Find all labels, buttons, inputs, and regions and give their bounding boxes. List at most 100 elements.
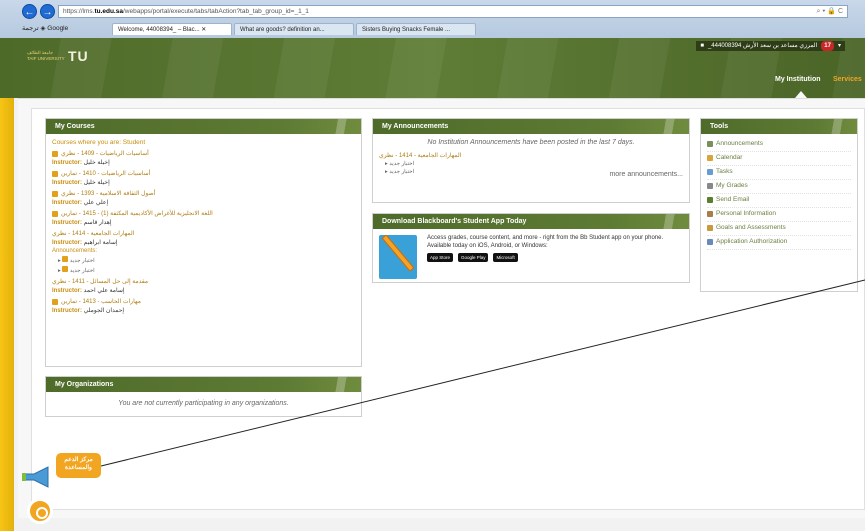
url-prefix: https://lms. [63, 8, 95, 15]
announcement-course-link[interactable]: المهارات الجامعية - 1414 - نظري [379, 152, 683, 159]
instructor-line: Instructor: إحمدان الجوملي [52, 308, 125, 314]
download-app-body: Access grades, course content, and more … [373, 229, 689, 283]
university-logo[interactable]: جامعة الطائف TAIF UNIVERSITY [27, 50, 65, 62]
courses-subtitle: Courses where you are: Student [52, 139, 146, 146]
tool-application-authorization[interactable]: Application Authorization [707, 236, 851, 250]
organizations-empty-text: You are not currently participating in a… [118, 400, 289, 407]
tools-list: Announcements Calendar Tasks My Grades S… [701, 134, 857, 255]
tool-personal-information[interactable]: Personal Information [707, 208, 851, 222]
announcement-link[interactable]: ▸ اختبار جديد [58, 256, 355, 264]
my-organizations-title[interactable]: My Organizations [46, 377, 361, 392]
tool-send-email[interactable]: Send Email [707, 194, 851, 208]
email-icon [707, 196, 713, 203]
content-area: My Courses Courses where you are: Studen… [18, 98, 865, 518]
course-link[interactable]: أصول الثقافة الاسلامية - 1393 - نظري [52, 190, 355, 197]
url-path: /webapps/portal/execute/tabs/tabAction?t… [122, 8, 309, 15]
user-avatar-icon: ■ [700, 43, 704, 49]
google-search-label[interactable]: Google [47, 25, 68, 32]
browser-chrome: ← → https://lms.tu.edu.sa/webapps/portal… [0, 0, 865, 38]
store-badges: App Store Google Play Microsoft [427, 253, 521, 262]
course-icon [52, 190, 58, 197]
forward-icon[interactable]: → [40, 4, 55, 19]
course-item: أساسيات الرياضيات - 1409 - نظري Instruct… [52, 150, 355, 166]
grades-icon [707, 182, 713, 189]
announcements-empty-text: No Institution Announcements have been p… [427, 139, 635, 146]
course-link[interactable]: أساسيات الرياضيات - 1409 - نظري [52, 150, 355, 157]
notification-badge[interactable]: 17 [821, 41, 834, 51]
tool-goals-and-assessments[interactable]: Goals and Assessments [707, 222, 851, 236]
tool-calendar[interactable]: Calendar [707, 152, 851, 166]
course-item: المهارات الجامعية - 1414 - نظري Instruct… [52, 230, 355, 274]
course-item: أساسيات الرياضيات - 1410 - تمارين Instru… [52, 170, 355, 186]
course-link[interactable]: اللغة الانجليزية للأغراض الأكاديمية المك… [52, 210, 355, 217]
google-play-badge[interactable]: Google Play [457, 253, 489, 262]
tool-my-grades[interactable]: My Grades [707, 180, 851, 194]
tools-title[interactable]: Tools [701, 119, 857, 134]
course-link[interactable]: المهارات الجامعية - 1414 - نظري [52, 230, 355, 237]
nav-buttons: ← → [22, 4, 55, 19]
course-icon [52, 170, 58, 177]
download-app-title[interactable]: Download Blackboard's Student App Today [373, 214, 689, 229]
course-icon [52, 150, 58, 157]
course-link[interactable]: مقدمة إلى حل المسائل - 1411 - نظري [52, 278, 355, 285]
course-link[interactable]: أساسيات الرياضيات - 1410 - تمارين [52, 170, 355, 177]
course-item: مهارات الحاسب - 1413 - تمارين Instructor… [52, 298, 355, 314]
tasks-icon [707, 168, 713, 175]
announcement-link[interactable]: ▸ اختبار جديد [58, 266, 355, 274]
address-bar-icons[interactable]: ⌕ ▾ 🔒 C [817, 6, 843, 17]
goals-icon [707, 224, 713, 231]
app-store-badge[interactable]: App Store [427, 253, 454, 262]
user-menu[interactable]: ■ _444008394 المرزي مساعد بن سعد الأرش 1… [696, 41, 845, 51]
instructor-line: Instructor: إخيلة خليل [52, 180, 110, 186]
my-courses-module: My Courses Courses where you are: Studen… [45, 118, 362, 367]
tabs-row: ترجمة ◈ Google Welcome, 44008394_ – Blac… [0, 21, 865, 38]
instructor-line: Instructor: إعلي علي [52, 200, 109, 206]
course-icon [52, 298, 58, 305]
translate-link[interactable]: ترجمة [22, 25, 39, 32]
my-courses-title[interactable]: My Courses [46, 119, 361, 134]
megaphone-icon[interactable] [22, 465, 52, 489]
google-toolbar[interactable]: ترجمة ◈ Google [22, 24, 68, 32]
chat-icon[interactable] [27, 498, 53, 524]
app-description: Access grades, course content, and more … [427, 235, 664, 249]
back-icon[interactable]: ← [22, 4, 37, 19]
course-icon [52, 210, 58, 217]
browser-tab-active[interactable]: Welcome, 44008394_ – Blac... ✕ [112, 23, 232, 35]
course-item: أصول الثقافة الاسلامية - 1393 - نظري Ins… [52, 190, 355, 206]
download-app-module: Download Blackboard's Student App Today … [372, 213, 690, 283]
more-announcements-link[interactable]: more announcements... [379, 171, 683, 178]
megaphone-icon [707, 140, 713, 147]
tools-module: Tools Announcements Calendar Tasks My Gr… [700, 118, 858, 292]
app-auth-icon [707, 238, 713, 245]
help-center-bubble[interactable]: مركز الدعم والمساعدة [56, 453, 101, 478]
content-panel: My Courses Courses where you are: Studen… [31, 108, 865, 510]
microsoft-badge[interactable]: Microsoft [493, 253, 518, 262]
tab-my-institution[interactable]: My Institution [775, 76, 821, 83]
chevron-down-icon[interactable]: ▾ [838, 41, 841, 51]
course-item: مقدمة إلى حل المسائل - 1411 - نظري Instr… [52, 278, 355, 294]
browser-tab[interactable]: Sisters Buying Snacks Female ... [356, 23, 476, 35]
course-item: اللغة الانجليزية للأغراض الأكاديمية المك… [52, 210, 355, 226]
tool-announcements[interactable]: Announcements [707, 138, 851, 152]
course-link[interactable]: مهارات الحاسب - 1413 - تمارين [52, 298, 355, 305]
my-organizations-module: My Organizations You are not currently p… [45, 376, 362, 417]
announcements-body: No Institution Announcements have been p… [373, 134, 689, 183]
announcements-label: Announcements: [52, 248, 98, 254]
address-bar[interactable]: https://lms.tu.edu.sa/webapps/portal/exe… [58, 5, 848, 18]
url-domain: tu.edu.sa [94, 8, 123, 15]
user-name: _444008394 المرزي مساعد بن سعد الأرش [707, 43, 818, 49]
my-announcements-module: My Announcements No Institution Announce… [372, 118, 690, 203]
tu-logo[interactable]: TU [68, 48, 89, 64]
tool-tasks[interactable]: Tasks [707, 166, 851, 180]
instructor-line: Instructor: إخيلة خليل [52, 160, 110, 166]
browser-tab[interactable]: What are goods? definition an... [234, 23, 354, 35]
site-header: جامعة الطائف TAIF UNIVERSITY TU ■ _44400… [0, 38, 865, 98]
my-courses-body: Courses where you are: Student أساسيات ا… [46, 134, 361, 319]
pencil-app-graphic [379, 235, 417, 279]
tab-services[interactable]: Services [833, 76, 862, 83]
instructor-line: Instructor: إسامة ابراهيم [52, 240, 118, 246]
active-tab-caret [795, 91, 807, 98]
calendar-icon [707, 154, 713, 161]
my-announcements-title[interactable]: My Announcements [373, 119, 689, 134]
announcement-link[interactable]: ▸ اختبار جديد [385, 161, 683, 167]
